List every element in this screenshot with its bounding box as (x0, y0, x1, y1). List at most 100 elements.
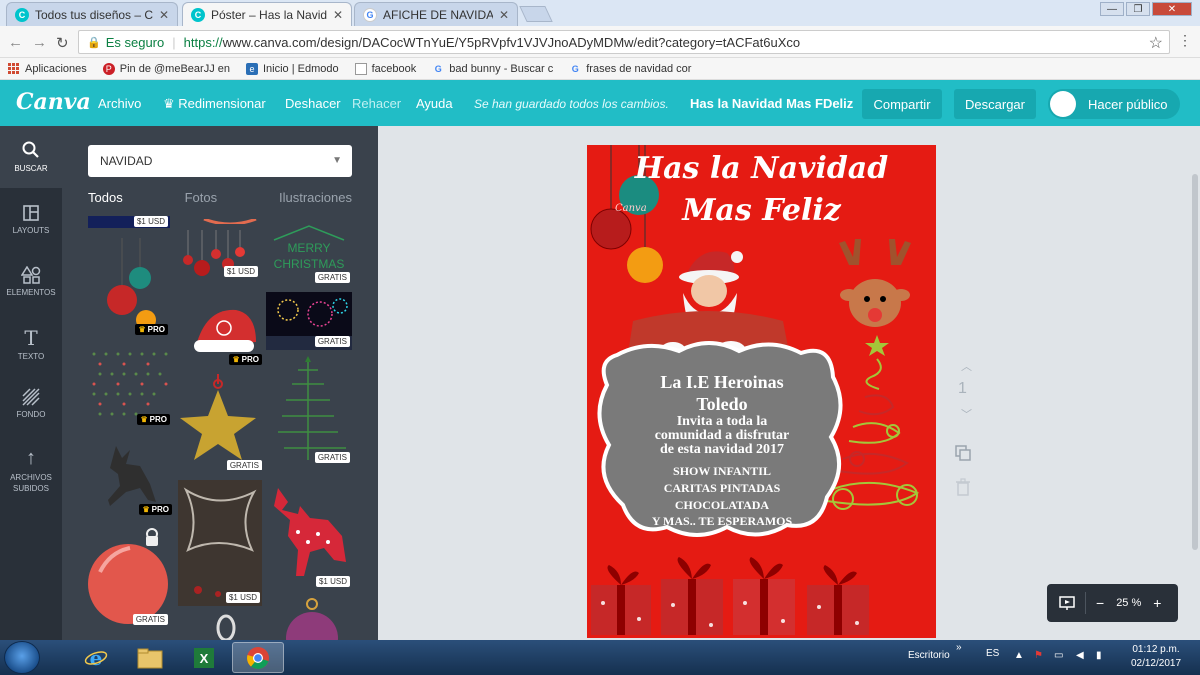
sidebar-item-archivos-subidos[interactable]: ↑ ARCHIVOS SUBIDOS (0, 448, 62, 494)
search-result-merry-christmas[interactable]: MERRY CHRISTMAS GRATIS (266, 222, 352, 284)
search-result-purple-bauble[interactable] (284, 596, 340, 640)
tab-todos-tus-disenos[interactable]: C Todos tus diseños – Canva ✕ (6, 2, 178, 26)
tab-fotos[interactable]: Fotos (185, 190, 218, 205)
duplicate-page-icon[interactable] (954, 444, 972, 462)
download-button[interactable]: Descargar (954, 89, 1036, 119)
close-tab-icon[interactable]: ✕ (159, 8, 169, 22)
search-result-cut-top[interactable] (200, 216, 260, 224)
canva-icon: C (15, 7, 29, 22)
chevron-down-icon[interactable]: ▼ (332, 155, 342, 166)
bookmark-bad-bunny[interactable]: G bad bunny - Buscar c (432, 63, 553, 75)
event-line4[interactable]: Y MAS.. TE ESPERAMOS (597, 515, 847, 527)
url-input[interactable]: 🔒 Es seguro | https:// www.canva.com/des… (78, 30, 1170, 54)
zoom-out-button[interactable]: − (1096, 595, 1104, 611)
poster-title-line2[interactable]: Mas Feliz (587, 193, 936, 228)
taskbar-chrome[interactable] (232, 642, 284, 673)
sidebar-item-buscar[interactable]: BUSCAR (0, 126, 62, 188)
event-line3[interactable]: CHOCOLATADA (597, 499, 847, 511)
poster-title-line1[interactable]: Has la Navidad (587, 151, 936, 186)
search-result-snowflake-reindeer[interactable]: $1 USD (268, 480, 352, 590)
tab-todos[interactable]: Todos (88, 190, 123, 205)
separator: | (172, 34, 176, 50)
maximize-icon[interactable]: ❐ (1126, 2, 1150, 16)
invite-line3[interactable]: de esta navidad 2017 (597, 443, 847, 457)
canva-logo[interactable]: Canva (16, 89, 91, 115)
invite-line2[interactable]: comunidad a disfrutar (597, 429, 847, 443)
language-indicator[interactable]: ES (986, 648, 999, 659)
browser-menu-icon[interactable]: ⋮ (1178, 32, 1192, 49)
close-tab-icon[interactable]: ✕ (333, 8, 343, 22)
system-clock[interactable]: 01:12 p.m. 02/12/2017 (1118, 643, 1194, 671)
menu-ayuda[interactable]: Ayuda (416, 96, 453, 111)
sidebar-item-texto[interactable]: T TEXTO (0, 328, 62, 361)
sidebar-item-fondo[interactable]: FONDO (0, 388, 62, 419)
present-icon[interactable] (1059, 595, 1075, 611)
document-title[interactable]: Has la Navidad Mas FDeliz (690, 96, 853, 111)
toolbar-expand-icon[interactable]: » (956, 642, 962, 653)
search-result-santa-hat[interactable]: ♛ PRO (190, 302, 262, 368)
price-badge: $1 USD (225, 592, 260, 603)
event-line2[interactable]: CARITAS PINTADAS (597, 482, 847, 494)
desktop-toolbar-label[interactable]: Escritorio (908, 650, 950, 661)
menu-redimensionar[interactable]: ♛ Redimensionar (163, 96, 266, 112)
search-result-red-baubles[interactable]: $1 USD (176, 230, 260, 280)
menu-archivo[interactable]: Archivo (98, 96, 141, 111)
invite-line1[interactable]: Invita a toda la (597, 415, 847, 429)
make-public-toggle[interactable]: Hacer público (1048, 89, 1180, 119)
close-tab-icon[interactable]: ✕ (499, 8, 509, 22)
bookmark-aplicaciones[interactable]: Aplicaciones (8, 63, 87, 75)
volume-icon[interactable]: ◀ (1076, 650, 1084, 661)
scrollbar-thumb[interactable] (1192, 174, 1198, 550)
tab-afiche-de-navidad[interactable]: G AFICHE DE NAVIDAD - Buscar con Google … (354, 2, 518, 26)
school-name-line2[interactable]: Toledo (597, 395, 847, 413)
school-name-line1[interactable]: La I.E Heroinas (597, 373, 847, 391)
poster-page[interactable]: Canva Has la Navidad Mas Feliz La I.E He… (587, 145, 936, 638)
search-result-ornament-hook[interactable] (206, 612, 246, 640)
excel-icon: X (194, 647, 214, 668)
taskbar-file-explorer[interactable] (124, 642, 176, 673)
undo-button[interactable]: Deshacer (285, 96, 341, 111)
search-input[interactable]: NAVIDAD ▼ (88, 145, 352, 177)
forward-arrow-icon[interactable]: → (32, 34, 47, 51)
move-page-down-icon[interactable]: ﹀ (961, 406, 972, 422)
search-result-red-bauble[interactable]: GRATIS (86, 526, 172, 626)
search-result-gold-star[interactable]: GRATIS (176, 374, 262, 470)
display-icon[interactable]: ▭ (1054, 650, 1063, 661)
network-icon[interactable]: ▮ (1096, 650, 1102, 661)
workspace-scrollbar[interactable] (1190, 174, 1200, 550)
reload-icon[interactable]: ↻ (56, 34, 69, 52)
share-button[interactable]: Compartir (862, 89, 942, 119)
search-result-ornaments[interactable]: ♛ PRO (96, 238, 168, 336)
sidebar-item-elementos[interactable]: ELEMENTOS (0, 266, 62, 297)
search-result-green-tree[interactable]: GRATIS (276, 356, 352, 466)
taskbar-internet-explorer[interactable]: e (70, 642, 122, 673)
sidebar-item-layouts[interactable]: LAYOUTS (0, 204, 62, 235)
tab-poster[interactable]: C Póster – Has la Navidad Mas FDeliz ✕ (182, 2, 352, 26)
bookmark-pinterest[interactable]: P Pin de @meBearJJ en (102, 62, 230, 75)
redo-button[interactable]: Rehacer (352, 96, 401, 111)
bookmark-star-icon[interactable]: ☆ (1149, 33, 1163, 53)
search-result-pattern[interactable]: ♛ PRO (88, 348, 170, 428)
bookmark-frases[interactable]: G frases de navidad cor (569, 63, 692, 75)
new-tab-button[interactable] (519, 6, 553, 22)
back-arrow-icon[interactable]: ← (8, 34, 23, 51)
delete-page-icon[interactable] (955, 478, 971, 496)
event-line1[interactable]: SHOW INFANTIL (597, 465, 847, 477)
minimize-icon[interactable]: — (1100, 2, 1124, 16)
crown-icon: ♛ (138, 325, 146, 334)
taskbar-excel[interactable]: X (178, 642, 230, 673)
tab-ilustraciones[interactable]: Ilustraciones (279, 190, 352, 205)
close-window-icon[interactable]: ✕ (1152, 2, 1192, 16)
search-result-reindeer[interactable]: ♛ PRO (96, 440, 172, 518)
start-button[interactable] (4, 641, 40, 674)
shapes-icon (21, 266, 41, 284)
bookmark-facebook[interactable]: facebook (354, 62, 416, 75)
search-result-photo-blue[interactable]: $1 USD (88, 216, 170, 228)
search-result-fireworks[interactable]: GRATIS (266, 292, 352, 350)
action-center-icon[interactable]: ⚑ (1034, 650, 1043, 661)
move-page-up-icon[interactable]: ︿ (961, 358, 972, 374)
tray-expand-icon[interactable]: ▲ (1014, 650, 1024, 661)
zoom-in-button[interactable]: + (1153, 595, 1161, 611)
bookmark-edmodo[interactable]: e Inicio | Edmodo (246, 62, 339, 75)
search-result-photo-lace[interactable]: $1 USD (178, 480, 262, 606)
